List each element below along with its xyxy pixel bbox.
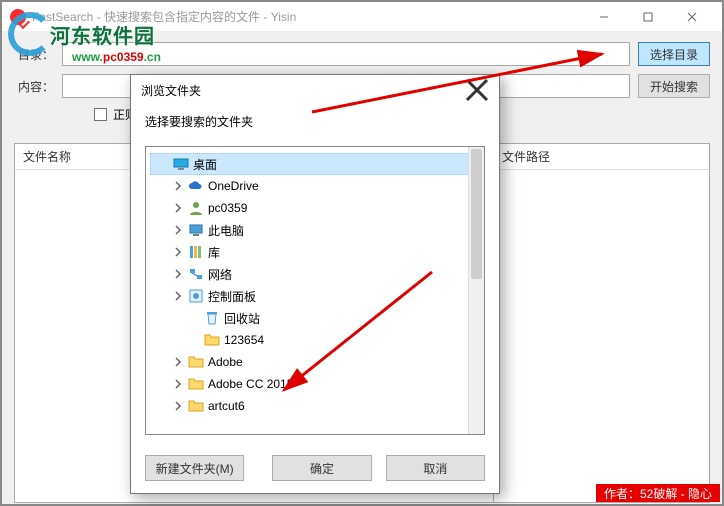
dialog-titlebar: 浏览文件夹	[131, 75, 499, 105]
expand-icon[interactable]	[172, 356, 184, 368]
tree-item-label: Adobe	[208, 355, 243, 369]
file-name-header: 文件名称	[23, 148, 71, 165]
dialog-close-button[interactable]	[465, 78, 489, 102]
dialog-instruction: 选择要搜索的文件夹	[145, 113, 485, 130]
tree-item-3[interactable]: 此电脑	[150, 219, 480, 241]
cloud-icon	[188, 178, 204, 194]
tree-item-2[interactable]: pc0359	[150, 197, 480, 219]
expand-icon[interactable]	[172, 224, 184, 236]
start-search-button[interactable]: 开始搜索	[638, 74, 710, 98]
expand-icon[interactable]	[157, 158, 169, 170]
folder-icon	[204, 332, 220, 348]
watermark-logo-icon	[8, 12, 52, 56]
tree-item-8[interactable]: 123654	[150, 329, 480, 351]
tree-item-label: 123654	[224, 333, 264, 347]
expand-icon[interactable]	[172, 400, 184, 412]
watermark-url: www.pc0359.cn	[72, 48, 161, 66]
expand-icon[interactable]	[172, 246, 184, 258]
minimize-button[interactable]	[582, 3, 626, 31]
expand-icon[interactable]	[172, 180, 184, 192]
tree-item-9[interactable]: Adobe	[150, 351, 480, 373]
pc-icon	[188, 222, 204, 238]
maximize-button[interactable]	[626, 3, 670, 31]
tree-item-10[interactable]: Adobe CC 2015	[150, 373, 480, 395]
lib-icon	[188, 244, 204, 260]
tree-item-label: artcut6	[208, 399, 245, 413]
tree-item-label: pc0359	[208, 201, 247, 215]
dialog-title: 浏览文件夹	[141, 82, 465, 99]
expand-icon[interactable]	[172, 290, 184, 302]
tree-item-label: 此电脑	[208, 222, 244, 239]
expand-icon[interactable]	[172, 202, 184, 214]
browse-folder-dialog: 浏览文件夹 选择要搜索的文件夹 桌面 OneDrive pc0359 此电脑库网络控制…	[130, 74, 500, 494]
close-button[interactable]	[670, 3, 714, 31]
expand-icon[interactable]	[172, 268, 184, 280]
content-label: 内容：	[14, 78, 54, 95]
bin-icon	[204, 310, 220, 326]
scroll-thumb[interactable]	[471, 149, 482, 279]
folder-icon	[188, 376, 204, 392]
desktop-icon	[173, 156, 189, 172]
tree-item-label: Adobe CC 2015	[208, 377, 293, 391]
new-folder-button[interactable]: 新建文件夹(M)	[145, 455, 244, 481]
cancel-button[interactable]: 取消	[386, 455, 485, 481]
expand-icon[interactable]	[172, 378, 184, 390]
ok-button[interactable]: 确定	[272, 455, 371, 481]
folder-icon	[188, 398, 204, 414]
file-path-column: 文件路径	[493, 143, 710, 503]
user-icon	[188, 200, 204, 216]
tree-item-label: 库	[208, 244, 220, 261]
cpl-icon	[188, 288, 204, 304]
expand-icon[interactable]	[188, 334, 200, 346]
watermark-text: 河东软件园	[50, 20, 155, 49]
tree-item-0[interactable]: 桌面	[150, 153, 480, 175]
tree-item-6[interactable]: 控制面板	[150, 285, 480, 307]
file-path-header: 文件路径	[502, 148, 550, 165]
tree-item-7[interactable]: 回收站	[150, 307, 480, 329]
status-author: 作者：52破解 - 隐心	[596, 484, 720, 502]
regex-checkbox[interactable]	[94, 108, 107, 121]
net-icon	[188, 266, 204, 282]
tree-item-11[interactable]: artcut6	[150, 395, 480, 417]
tree-item-5[interactable]: 网络	[150, 263, 480, 285]
tree-item-label: 桌面	[193, 156, 217, 173]
folder-icon	[188, 354, 204, 370]
expand-icon[interactable]	[188, 312, 200, 324]
tree-scrollbar[interactable]	[468, 147, 484, 434]
tree-item-label: OneDrive	[208, 179, 259, 193]
tree-item-label: 网络	[208, 266, 232, 283]
tree-item-label: 控制面板	[208, 288, 256, 305]
tree-item-1[interactable]: OneDrive	[150, 175, 480, 197]
tree-item-4[interactable]: 库	[150, 241, 480, 263]
folder-tree[interactable]: 桌面 OneDrive pc0359 此电脑库网络控制面板回收站 123654 Adobe…	[145, 146, 485, 435]
select-dir-button[interactable]: 选择目录	[638, 42, 710, 66]
tree-item-label: 回收站	[224, 310, 260, 327]
